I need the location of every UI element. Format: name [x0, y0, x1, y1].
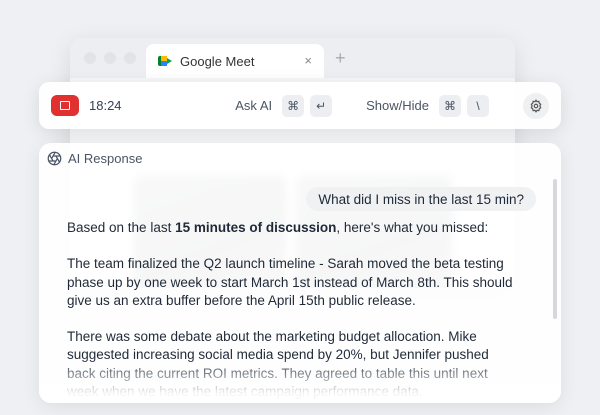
tab-close-icon[interactable]: ×: [304, 53, 312, 68]
intro-text-end: , here's what you missed:: [336, 220, 489, 235]
tab-title: Google Meet: [180, 53, 255, 69]
window-close-dot[interactable]: [84, 52, 96, 64]
enter-key-icon: ↵: [310, 94, 333, 117]
panel-title: AI Response: [68, 150, 143, 166]
intro-bold-text: 15 minutes of discussion: [175, 220, 337, 235]
answer-intro: Based on the last 15 minutes of discussi…: [67, 219, 517, 237]
scrollbar-thumb[interactable]: [553, 179, 557, 319]
settings-button[interactable]: [523, 92, 549, 119]
stop-icon: [60, 101, 70, 110]
answer-paragraph: The team finalized the Q2 launch timelin…: [67, 256, 513, 308]
ask-ai-control[interactable]: Ask AI ⌘ ↵: [235, 94, 338, 117]
google-meet-icon: [158, 54, 172, 68]
gear-icon: [530, 98, 542, 113]
window-minimize-dot[interactable]: [104, 52, 116, 64]
show-hide-control[interactable]: Show/Hide ⌘ \: [366, 94, 495, 117]
backslash-key-icon: \: [467, 94, 489, 117]
bottom-fade: [39, 357, 561, 403]
show-hide-label[interactable]: Show/Hide: [366, 98, 429, 113]
window-maximize-dot[interactable]: [124, 52, 136, 64]
session-timer: 18:24: [89, 98, 122, 113]
ask-ai-label[interactable]: Ask AI: [235, 98, 272, 113]
command-key-icon: ⌘: [282, 94, 305, 117]
new-tab-button[interactable]: +: [335, 48, 346, 69]
command-key-icon: ⌘: [439, 94, 461, 117]
panel-header: AI Response: [39, 143, 561, 173]
ai-response-panel: AI Response What did I miss in the last …: [39, 143, 561, 403]
tab-google-meet[interactable]: Google Meet ×: [146, 44, 324, 78]
control-bar: 18:24 Ask AI ⌘ ↵ Show/Hide ⌘ \: [39, 82, 561, 129]
user-message-bubble: What did I miss in the last 15 min?: [306, 187, 536, 211]
aperture-icon: [47, 151, 62, 165]
stop-recording-button[interactable]: [51, 95, 79, 116]
window-controls: [84, 52, 136, 64]
browser-tabbar: Google Meet × +: [70, 38, 515, 78]
intro-text: Based on the last: [67, 220, 176, 235]
